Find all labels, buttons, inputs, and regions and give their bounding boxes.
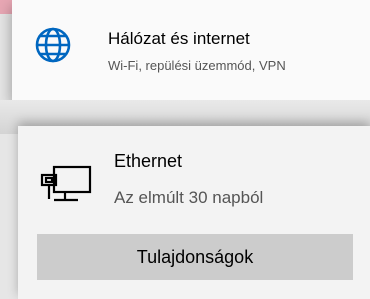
network-card-subtitle: Wi-Fi, repülési üzemmód, VPN: [108, 58, 286, 73]
ethernet-subtitle: Az elmúlt 30 napból: [114, 188, 264, 207]
ethernet-computer-icon: [40, 165, 92, 202]
properties-button[interactable]: Tulajdonságok: [37, 234, 353, 280]
network-card-title: Hálózat és internet: [108, 29, 250, 48]
ethernet-title: Ethernet: [114, 151, 183, 171]
globe-icon: [35, 27, 71, 63]
ethernet-card: Ethernet Az elmúlt 30 napból Tulajdonság…: [18, 126, 370, 299]
network-internet-card[interactable]: Hálózat és internet Wi-Fi, repülési üzem…: [12, 0, 370, 100]
